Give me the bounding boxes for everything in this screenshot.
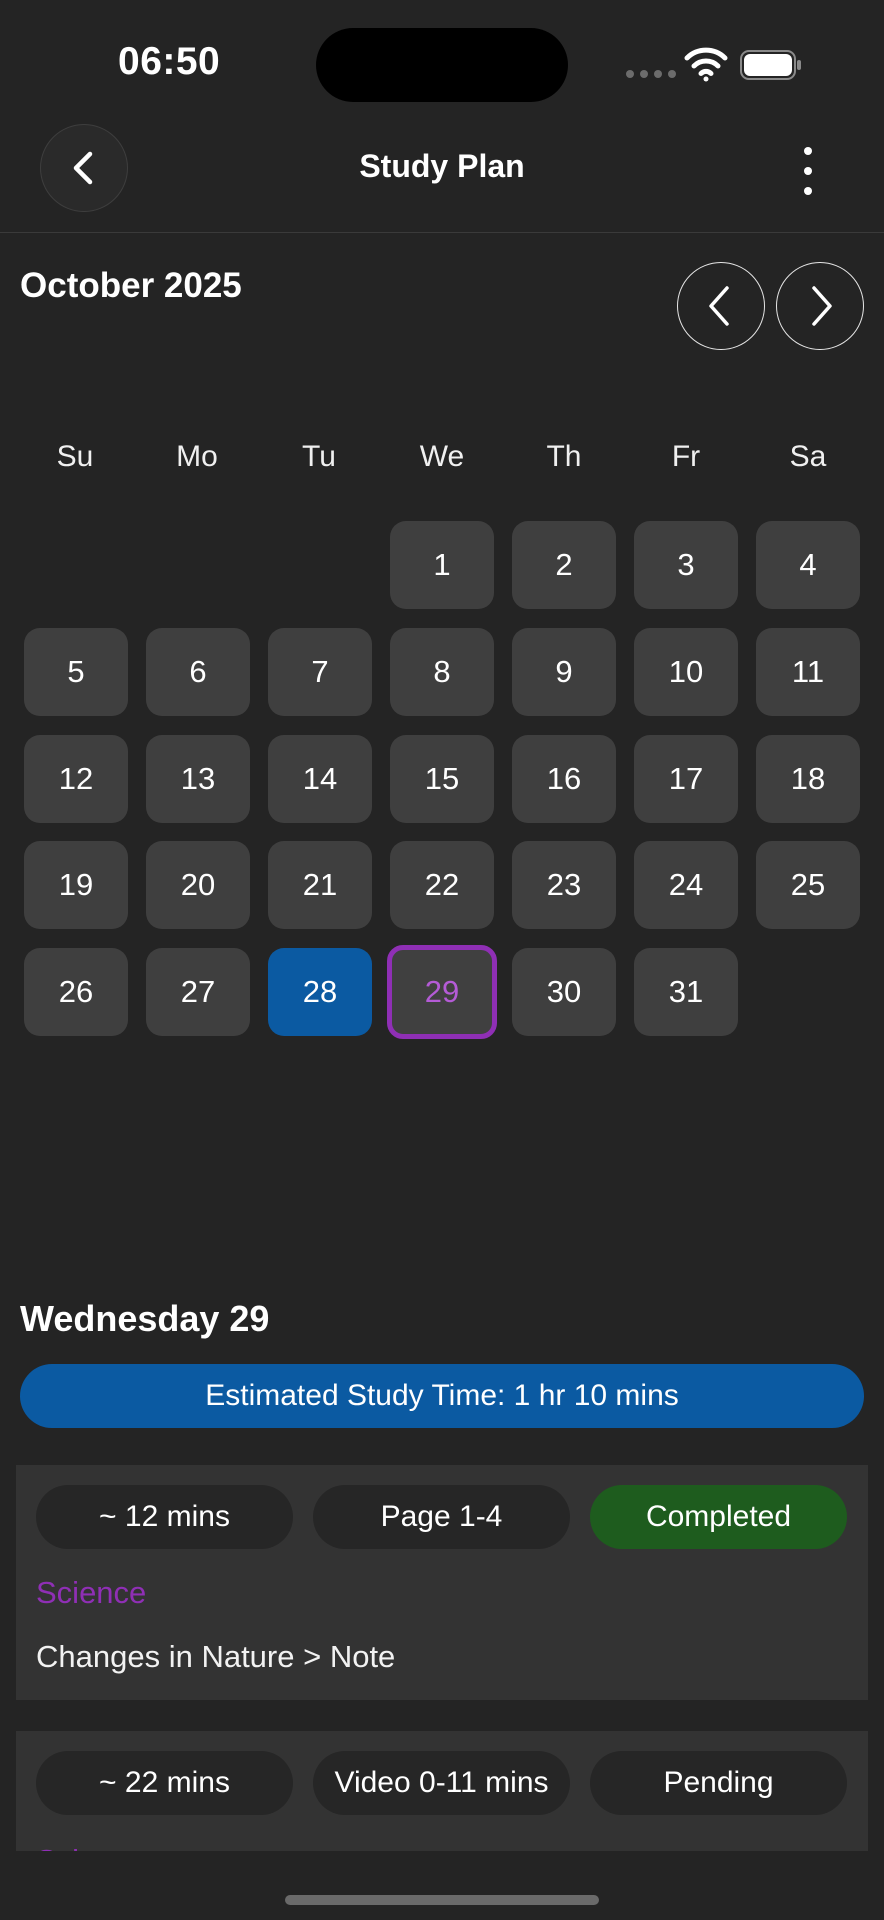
weekday-label: Fr bbox=[671, 440, 701, 473]
calendar-day[interactable]: 13 bbox=[146, 735, 250, 823]
weekday-header: Su Mo Tu We Th Fr Sa bbox=[0, 440, 884, 480]
calendar-day[interactable]: 22 bbox=[390, 841, 494, 929]
task-card[interactable]: ~ 12 mins Page 1-4 Completed Science Cha… bbox=[16, 1465, 868, 1700]
calendar-day[interactable]: 20 bbox=[146, 841, 250, 929]
selected-day-title: Wednesday 29 bbox=[20, 1298, 270, 1339]
weekday-label: Th bbox=[546, 440, 582, 473]
chevron-left-icon bbox=[709, 286, 729, 326]
task-card[interactable]: ~ 22 mins Video 0-11 mins Pending Scienc… bbox=[16, 1731, 868, 1851]
chevron-right-icon bbox=[812, 286, 832, 326]
wifi-icon bbox=[684, 47, 728, 82]
calendar-day[interactable]: 16 bbox=[512, 735, 616, 823]
dynamic-island bbox=[316, 28, 568, 102]
estimated-study-time-banner: Estimated Study Time: 1 hr 10 mins bbox=[20, 1364, 864, 1428]
study-plan-screen: 06:50 Study Plan October 2025 Su Mo Tu W… bbox=[0, 0, 884, 1920]
calendar-day[interactable]: 27 bbox=[146, 948, 250, 1036]
calendar-day[interactable]: 6 bbox=[146, 628, 250, 716]
weekday-label: Su bbox=[56, 440, 94, 473]
calendar-day[interactable]: 7 bbox=[268, 628, 372, 716]
bottom-safe-area bbox=[0, 1851, 884, 1920]
month-title: October 2025 bbox=[20, 266, 242, 305]
home-indicator[interactable] bbox=[285, 1895, 599, 1905]
calendar-day[interactable]: 15 bbox=[390, 735, 494, 823]
calendar-day[interactable]: 25 bbox=[756, 841, 860, 929]
more-vertical-icon bbox=[804, 147, 812, 155]
calendar-day[interactable]: 11 bbox=[756, 628, 860, 716]
calendar-day[interactable]: 30 bbox=[512, 948, 616, 1036]
calendar-day[interactable]: 14 bbox=[268, 735, 372, 823]
calendar-day-today[interactable]: 28 bbox=[268, 948, 372, 1036]
calendar-day[interactable]: 31 bbox=[634, 948, 738, 1036]
calendar-day[interactable]: 19 bbox=[24, 841, 128, 929]
range-pill: Page 1-4 bbox=[313, 1485, 570, 1549]
calendar-day[interactable]: 17 bbox=[634, 735, 738, 823]
calendar-day[interactable]: 18 bbox=[756, 735, 860, 823]
next-month-button[interactable] bbox=[776, 262, 864, 350]
task-subject: Science bbox=[36, 1843, 146, 1851]
weekday-label: Tu bbox=[302, 440, 336, 473]
calendar-day[interactable]: 5 bbox=[24, 628, 128, 716]
calendar-day[interactable]: 3 bbox=[634, 521, 738, 609]
status-badge: Pending bbox=[590, 1751, 847, 1815]
task-subject: Science bbox=[36, 1575, 147, 1610]
calendar-day-selected[interactable]: 29 bbox=[387, 945, 497, 1039]
calendar-day[interactable]: 9 bbox=[512, 628, 616, 716]
previous-month-button[interactable] bbox=[677, 262, 765, 350]
duration-pill: ~ 22 mins bbox=[36, 1751, 293, 1815]
battery-icon bbox=[740, 50, 801, 80]
calendar-day[interactable]: 24 bbox=[634, 841, 738, 929]
more-options-button[interactable] bbox=[780, 136, 836, 206]
status-badge: Completed bbox=[590, 1485, 847, 1549]
weekday-label: Sa bbox=[789, 440, 827, 473]
status-bar: 06:50 bbox=[0, 0, 884, 120]
calendar-day[interactable]: 2 bbox=[512, 521, 616, 609]
weekday-label: We bbox=[419, 440, 465, 473]
range-pill: Video 0-11 mins bbox=[313, 1751, 570, 1815]
calendar-day[interactable]: 10 bbox=[634, 628, 738, 716]
calendar-day[interactable]: 12 bbox=[24, 735, 128, 823]
nav-bar: Study Plan bbox=[0, 120, 884, 233]
calendar-day[interactable]: 1 bbox=[390, 521, 494, 609]
page-title: Study Plan bbox=[359, 148, 525, 184]
duration-pill: ~ 12 mins bbox=[36, 1485, 293, 1549]
task-topic: Changes in Nature > Note bbox=[36, 1639, 396, 1674]
calendar-day[interactable]: 26 bbox=[24, 948, 128, 1036]
calendar-day[interactable]: 21 bbox=[268, 841, 372, 929]
status-time: 06:50 bbox=[118, 40, 221, 83]
weekday-label: Mo bbox=[176, 440, 218, 473]
calendar-day[interactable]: 23 bbox=[512, 841, 616, 929]
calendar-day[interactable]: 8 bbox=[390, 628, 494, 716]
cellular-signal-icon bbox=[626, 70, 676, 78]
calendar-day[interactable]: 4 bbox=[756, 521, 860, 609]
